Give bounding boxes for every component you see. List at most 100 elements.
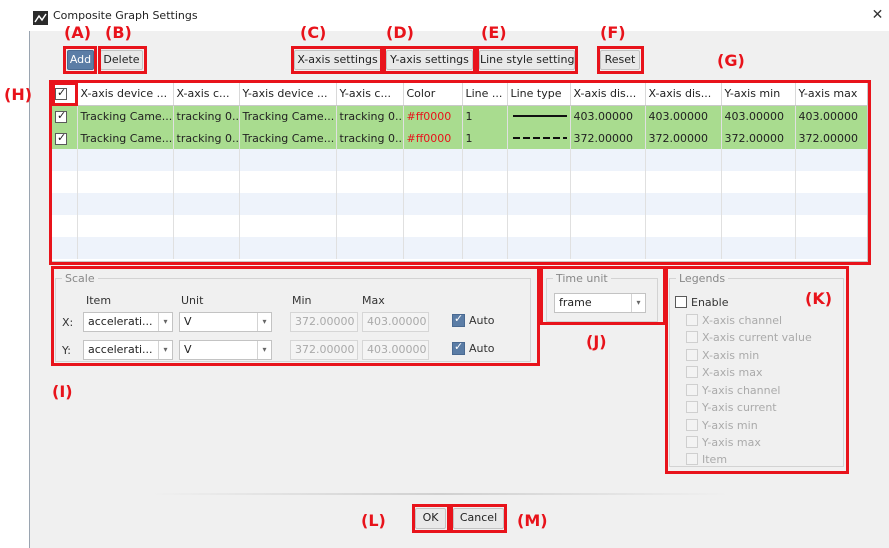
delete-button[interactable]: Delete (100, 50, 143, 70)
x-unit-select[interactable]: V ▾ (179, 312, 272, 332)
ok-button[interactable]: OK (415, 508, 446, 529)
legend-option-label: X-axis max (702, 366, 763, 379)
y-unit-select[interactable]: V ▾ (179, 340, 272, 360)
annotation-label-h: (H) (4, 85, 33, 104)
graph-series-table: X-axis device ... X-axis c... Y-axis dev… (51, 82, 868, 262)
legends-enable-option[interactable]: Enable (675, 296, 728, 309)
table-cell: 372.00000 (645, 127, 722, 149)
annotation-label-e: (E) (481, 23, 507, 42)
y-auto-checkbox[interactable] (452, 340, 465, 355)
x-unit-value: V (184, 315, 192, 328)
chevron-down-icon: ▾ (158, 341, 172, 359)
x-item-select[interactable]: accelerati... ▾ (83, 312, 173, 332)
table-cell: 403.00000 (570, 105, 646, 127)
y-auto-label: Auto (469, 342, 495, 355)
legend-option-label: Y-axis current (702, 401, 777, 414)
close-icon[interactable]: ✕ (866, 5, 889, 25)
table-cell: Tracking Came... (77, 127, 174, 149)
add-button[interactable]: Add (67, 50, 94, 70)
row-checkbox-cell[interactable] (52, 127, 78, 149)
legend-option-label: Y-axis channel (702, 384, 781, 397)
legend-option-checkbox (686, 366, 698, 378)
column-header[interactable]: X-axis dis... (645, 83, 722, 106)
table-header-row: X-axis device ... X-axis c... Y-axis dev… (52, 83, 867, 106)
empty-row (52, 193, 867, 215)
x-min-field[interactable]: 372.00000 (290, 312, 358, 332)
legend-option: X-axis max (686, 366, 762, 379)
y-axis-settings-button[interactable]: Y-axis settings (386, 50, 473, 70)
row-checkbox-cell[interactable] (52, 105, 78, 127)
y-min-field[interactable]: 372.00000 (290, 340, 358, 360)
select-all-checkbox[interactable] (55, 86, 67, 101)
line-style-setting-button[interactable]: Line style setting (479, 50, 575, 70)
column-header[interactable]: Y-axis device ... (239, 83, 337, 106)
annotation-label-l: (L) (361, 511, 386, 530)
legend-option-label: X-axis channel (702, 314, 783, 327)
table-row[interactable]: Tracking Came... tracking 0... Tracking … (52, 105, 867, 127)
row-checkbox[interactable] (55, 109, 67, 123)
x-max-field[interactable]: 403.00000 (362, 312, 429, 332)
table-cell: 372.00000 (570, 127, 646, 149)
legend-option-label: Y-axis max (702, 436, 761, 449)
annotation-label-b: (B) (105, 23, 132, 42)
legend-option: Y-axis max (686, 436, 761, 449)
table-cell: 403.00000 (795, 105, 867, 127)
min-header: Min (292, 294, 312, 307)
unit-header: Unit (181, 294, 204, 307)
chevron-down-icon: ▾ (257, 313, 271, 331)
x-item-value: accelerati... (88, 315, 153, 328)
legend-option-checkbox (686, 331, 698, 343)
y-unit-value: V (184, 343, 192, 356)
column-header[interactable]: X-axis dis... (570, 83, 646, 106)
column-header[interactable]: Y-axis min (721, 83, 796, 106)
x-axis-settings-button[interactable]: X-axis settings (294, 50, 381, 70)
legend-option: Y-axis current (686, 401, 777, 414)
column-header[interactable]: X-axis c... (173, 83, 240, 106)
table-cell: Tracking Came... (239, 127, 337, 149)
row-checkbox[interactable] (55, 131, 67, 145)
legend-option-checkbox (686, 349, 698, 361)
legend-option: X-axis channel (686, 314, 782, 327)
color-cell: #ff0000 (403, 105, 463, 127)
line-type-solid-swatch (512, 114, 567, 117)
table-cell: 1 (462, 105, 508, 127)
legend-option: X-axis min (686, 349, 759, 362)
select-all-header[interactable] (52, 83, 78, 106)
line-type-cell (507, 127, 571, 149)
annotation-label-i: (I) (52, 382, 73, 401)
y-scale-label: Y: (62, 344, 71, 357)
legend-option-checkbox (686, 436, 698, 448)
series-grid: X-axis device ... X-axis c... Y-axis dev… (52, 83, 867, 259)
table-cell: 372.00000 (795, 127, 867, 149)
window-title: Composite Graph Settings (53, 9, 198, 22)
legend-option-label: Y-axis min (702, 419, 758, 432)
cancel-button[interactable]: Cancel (453, 508, 504, 529)
y-max-field[interactable]: 403.00000 (362, 340, 429, 360)
column-header[interactable]: Line type (507, 83, 571, 106)
table-cell: 403.00000 (721, 105, 796, 127)
table-cell: 372.00000 (721, 127, 796, 149)
y-item-select[interactable]: accelerati... ▾ (83, 340, 173, 360)
empty-row (52, 149, 867, 171)
empty-row (52, 237, 867, 259)
legend-option-checkbox (686, 453, 698, 465)
max-header: Max (362, 294, 385, 307)
table-cell: Tracking Came... (77, 105, 174, 127)
chevron-down-icon: ▾ (158, 313, 172, 331)
column-header[interactable]: Y-axis c... (336, 83, 404, 106)
legend-option-checkbox (686, 419, 698, 431)
legend-option: Y-axis channel (686, 384, 780, 397)
reset-button[interactable]: Reset (600, 50, 640, 70)
column-header[interactable]: Color (403, 83, 463, 106)
annotation-label-d: (D) (386, 23, 414, 42)
column-header[interactable]: Y-axis max (795, 83, 867, 106)
table-row[interactable]: Tracking Came... tracking 0... Tracking … (52, 127, 867, 149)
legends-enable-checkbox[interactable] (675, 296, 687, 308)
legend-option: Item (686, 453, 727, 466)
annotation-label-c: (C) (300, 23, 327, 42)
column-header[interactable]: Line ... (462, 83, 508, 106)
time-unit-select[interactable]: frame ▾ (554, 293, 646, 313)
column-header[interactable]: X-axis device ... (77, 83, 174, 106)
item-header: Item (86, 294, 112, 307)
x-auto-checkbox[interactable] (452, 312, 465, 327)
